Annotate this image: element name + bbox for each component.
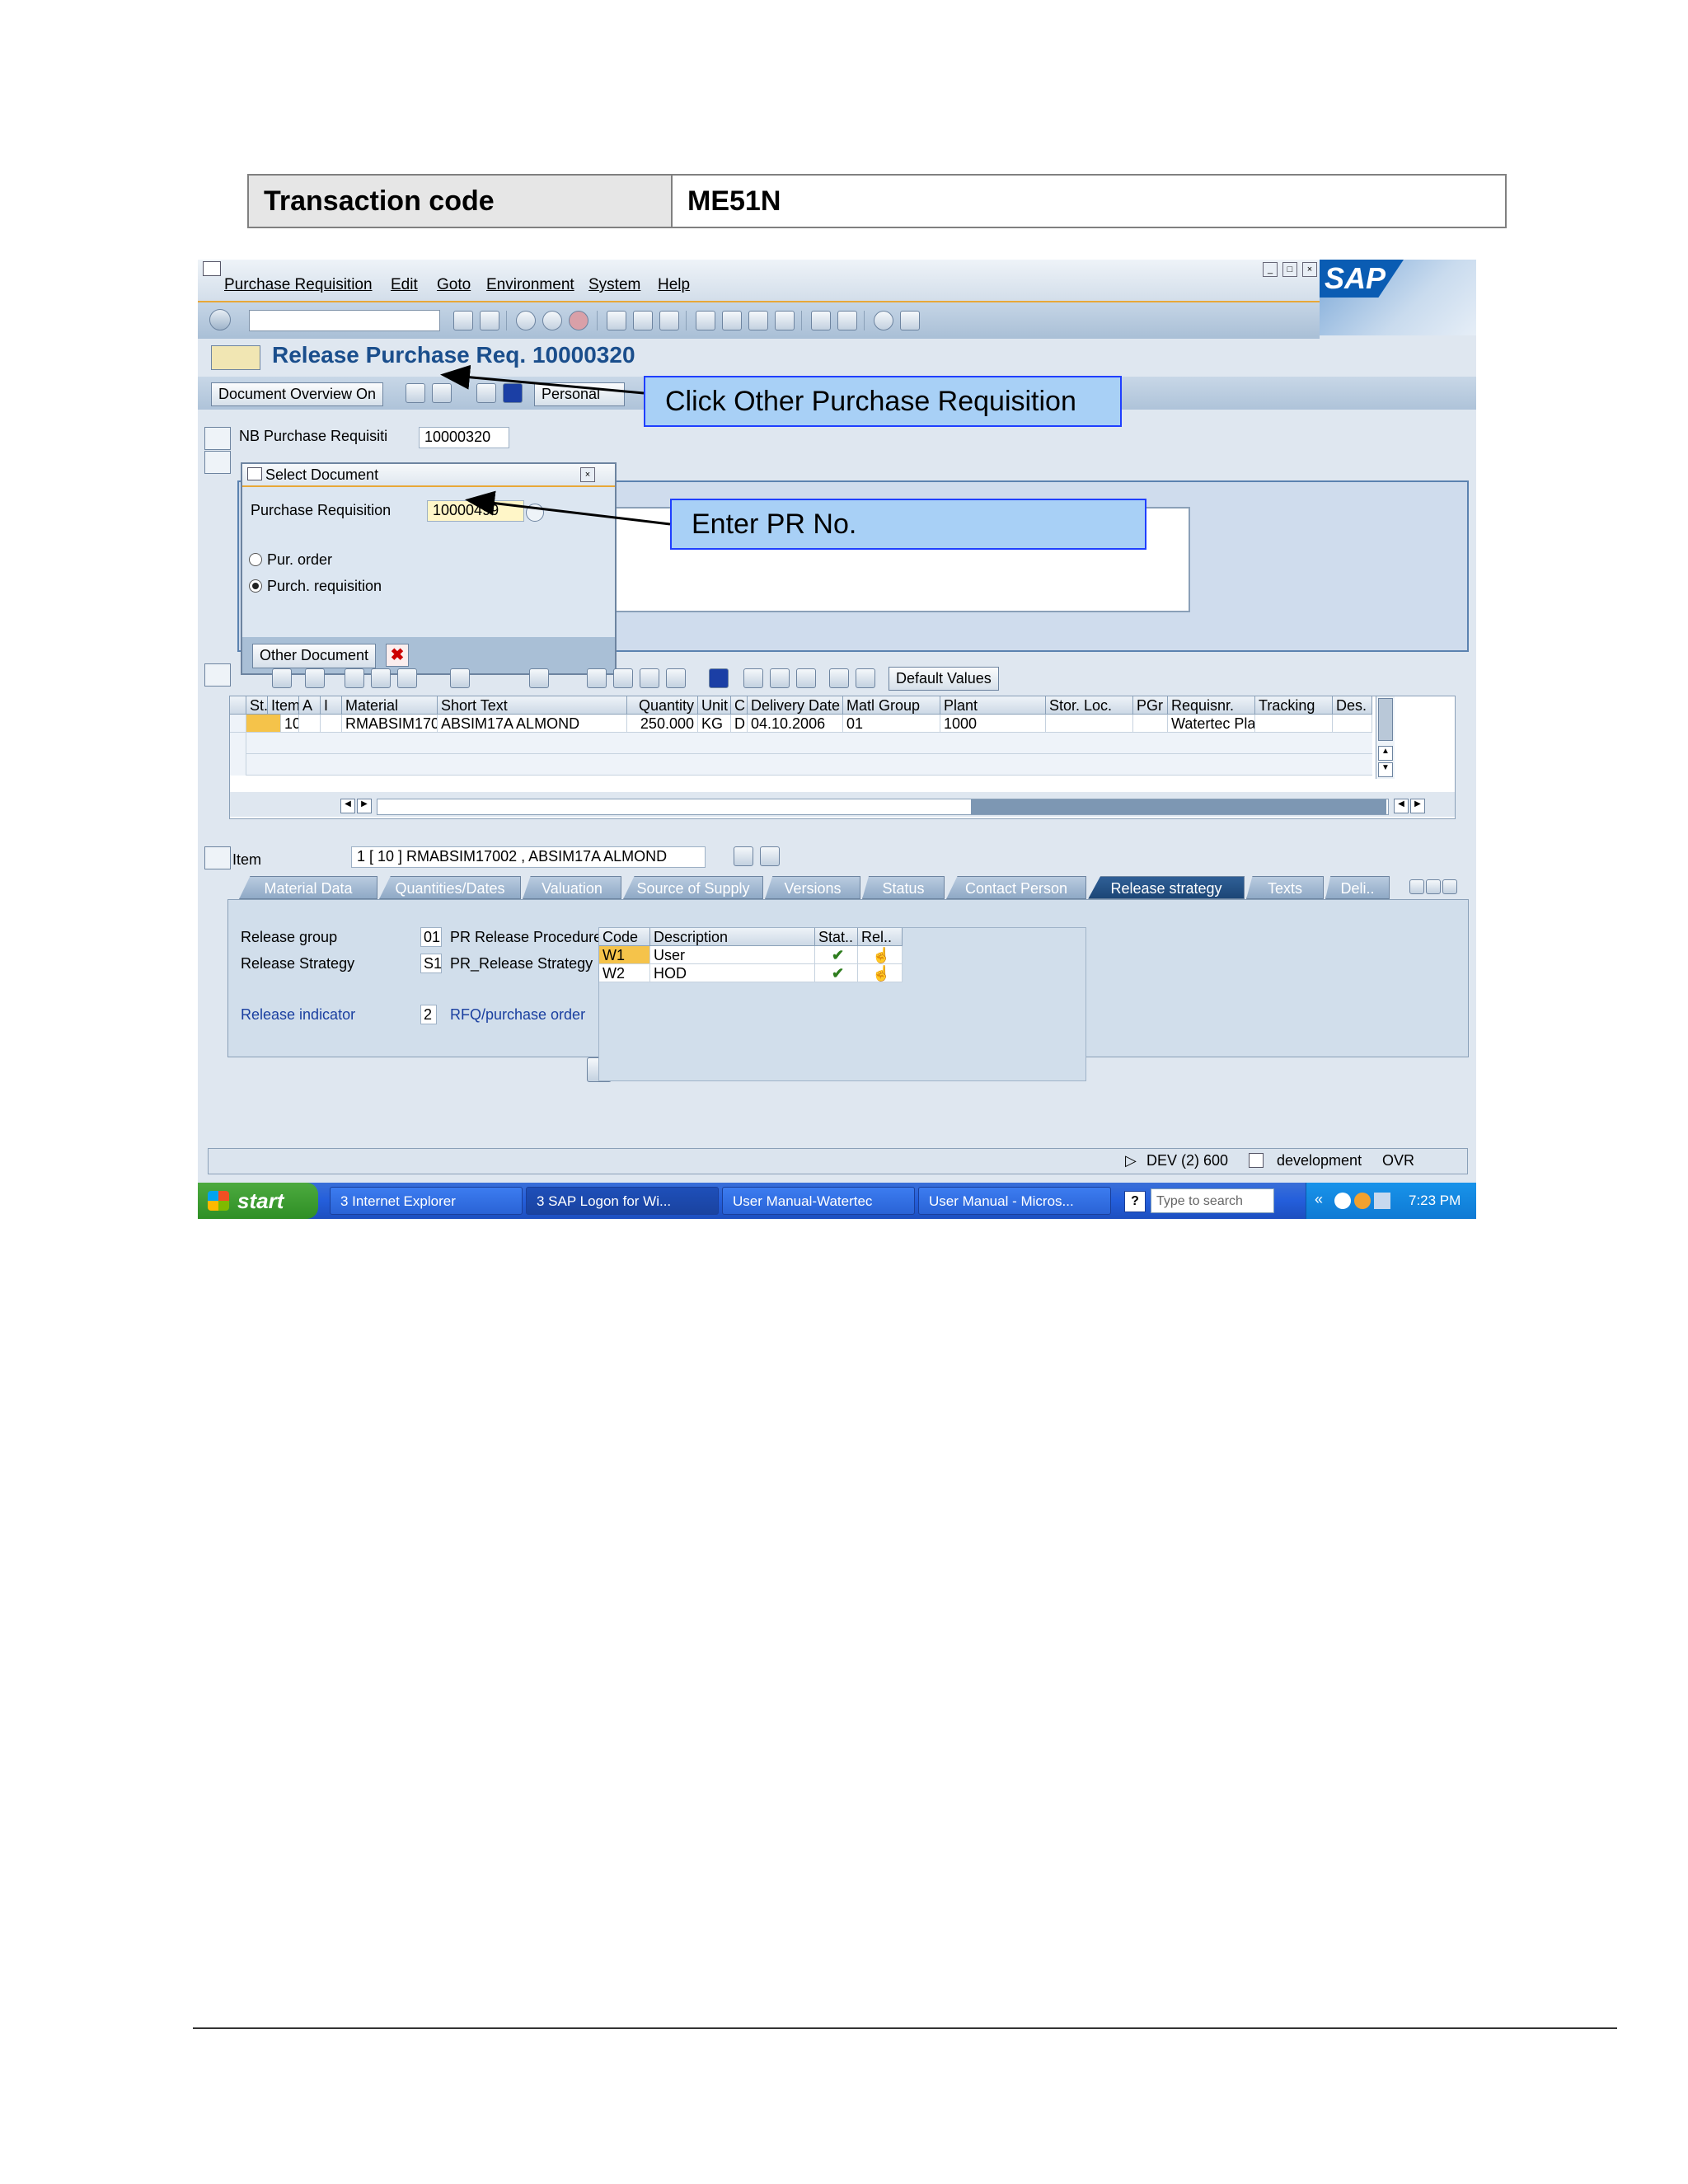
arrow-to-pr-input (465, 490, 671, 526)
transaction-code-label: Transaction code (249, 176, 673, 227)
arrow-to-other-pr-icon (440, 364, 645, 395)
transaction-code-table: Transaction code ME51N (247, 174, 1507, 228)
callout-arrows (440, 364, 671, 526)
footer-line (193, 2027, 1617, 2029)
sap-screenshot: Purchase Requisition Edit Goto Environme… (198, 260, 1476, 1219)
transaction-code-value: ME51N (673, 176, 1505, 227)
